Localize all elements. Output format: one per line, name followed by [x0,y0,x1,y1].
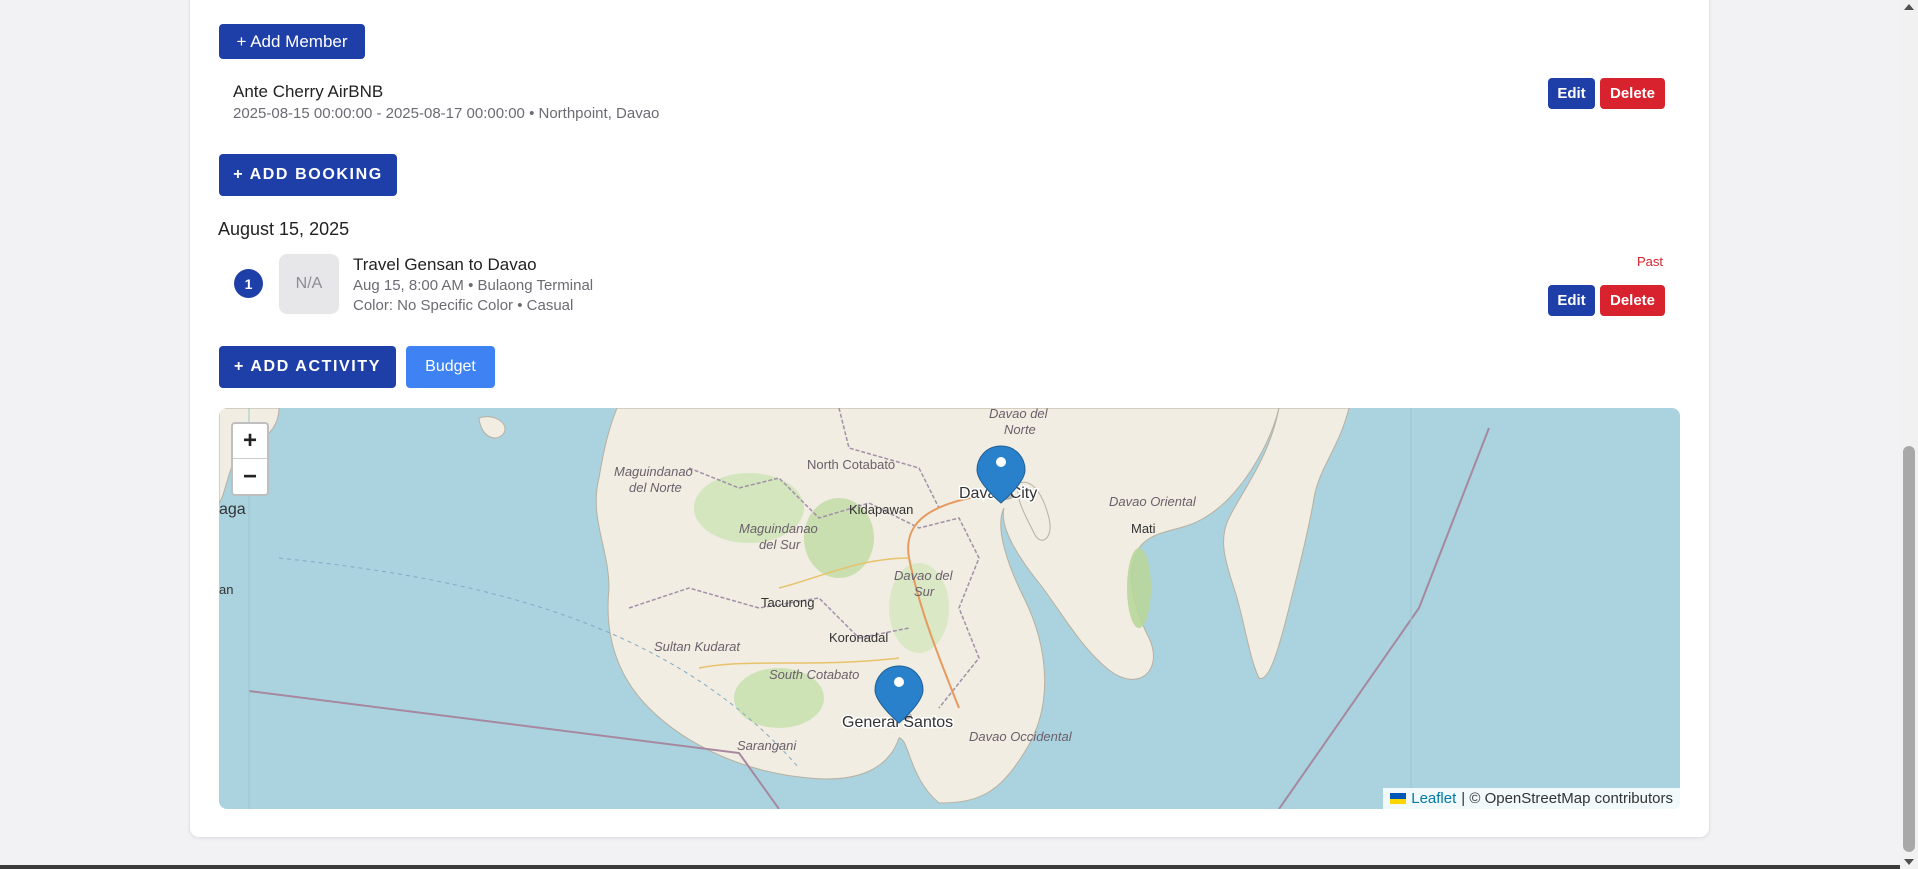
leaflet-link[interactable]: Leaflet [1390,790,1456,807]
map-label-sultan-kudarat: Sultan Kudarat [654,639,741,654]
map-label-mati: Mati [1131,521,1156,536]
booking-edit-button[interactable]: Edit [1548,78,1595,109]
map-land-left-island2 [478,416,506,439]
map-label-davao-del-sur-2: Sur [914,584,935,599]
map-forest-5 [1127,548,1151,628]
scroll-down-icon[interactable] [1904,859,1914,865]
map-tiles: Davao del Norte Maguindanao del Norte Ma… [219,408,1490,809]
map-label-maguindanao-norte-2: del Norte [629,480,682,495]
map-label-edge-an: an [219,582,233,597]
booking-delete-button[interactable]: Delete [1600,78,1665,109]
zoom-out-button[interactable]: − [233,459,267,494]
map-label-sarangani: Sarangani [737,738,797,753]
map-label-maguindanao-sur-2: del Sur [759,537,801,552]
page-scrollbar[interactable] [1900,0,1918,869]
booking-name: Ante Cherry AirBNB [233,82,384,101]
map-label-davao-oriental: Davao Oriental [1109,494,1197,509]
map-label-edge-aga: aga [219,501,246,518]
add-booking-button[interactable]: + Add Booking [219,154,397,196]
map-label-kidapawan: Kidapawan [849,502,913,517]
map-label-davao-occidental: Davao Occidental [969,729,1073,744]
map-label-south-cotabato: South Cotabato [769,667,859,682]
day-date-heading: August 15, 2025 [218,219,350,239]
map-attribution: Leaflet | © OpenStreetMap contributors [1383,788,1680,809]
map-label-tacurong: Tacurong [761,595,814,610]
bottom-edge-strip [0,865,1900,869]
budget-button[interactable]: Budget [406,346,495,388]
activity-title: Travel Gensan to Davao [353,255,537,274]
add-member-button[interactable]: + Add Member [219,24,365,59]
activity-attire: Color: No Specific Color • Casual [353,297,574,314]
add-activity-button[interactable]: + Add Activity [219,346,396,388]
map-label-north-cotabato: North Cotabato [807,457,895,472]
booking-meta: 2025-08-15 00:00:00 - 2025-08-17 00:00:0… [233,105,660,122]
scroll-thumb[interactable] [1903,446,1915,852]
map-label-maguindanao-sur: Maguindanao [739,521,818,536]
map-label-koronadal: Koronadal [829,630,888,645]
map-label-davao-del-norte-2: Norte [1004,422,1036,437]
map-label-davao-del-norte: Davao del [989,408,1049,421]
activity-time-location: Aug 15, 8:00 AM • Bulaong Terminal [353,277,594,294]
trip-map[interactable]: Davao del Norte Maguindanao del Norte Ma… [219,408,1680,809]
leaflet-link-label: Leaflet [1411,790,1457,807]
activity-status-badge: Past [1636,254,1663,269]
map-label-davao-del-sur: Davao del [894,568,954,583]
map-label-maguindanao-norte: Maguindanao [614,464,693,479]
activity-delete-button[interactable]: Delete [1600,285,1665,316]
zoom-in-button[interactable]: + [233,424,267,459]
activity-thumbnail: N/A [279,254,339,314]
attribution-text: | © OpenStreetMap contributors [1461,790,1673,807]
scroll-up-icon[interactable] [1904,4,1914,10]
activity-number-badge: 1 [234,269,263,298]
activity-edit-button[interactable]: Edit [1548,285,1595,316]
map-zoom-control: + − [231,422,269,496]
ukraine-flag-icon [1390,793,1407,804]
